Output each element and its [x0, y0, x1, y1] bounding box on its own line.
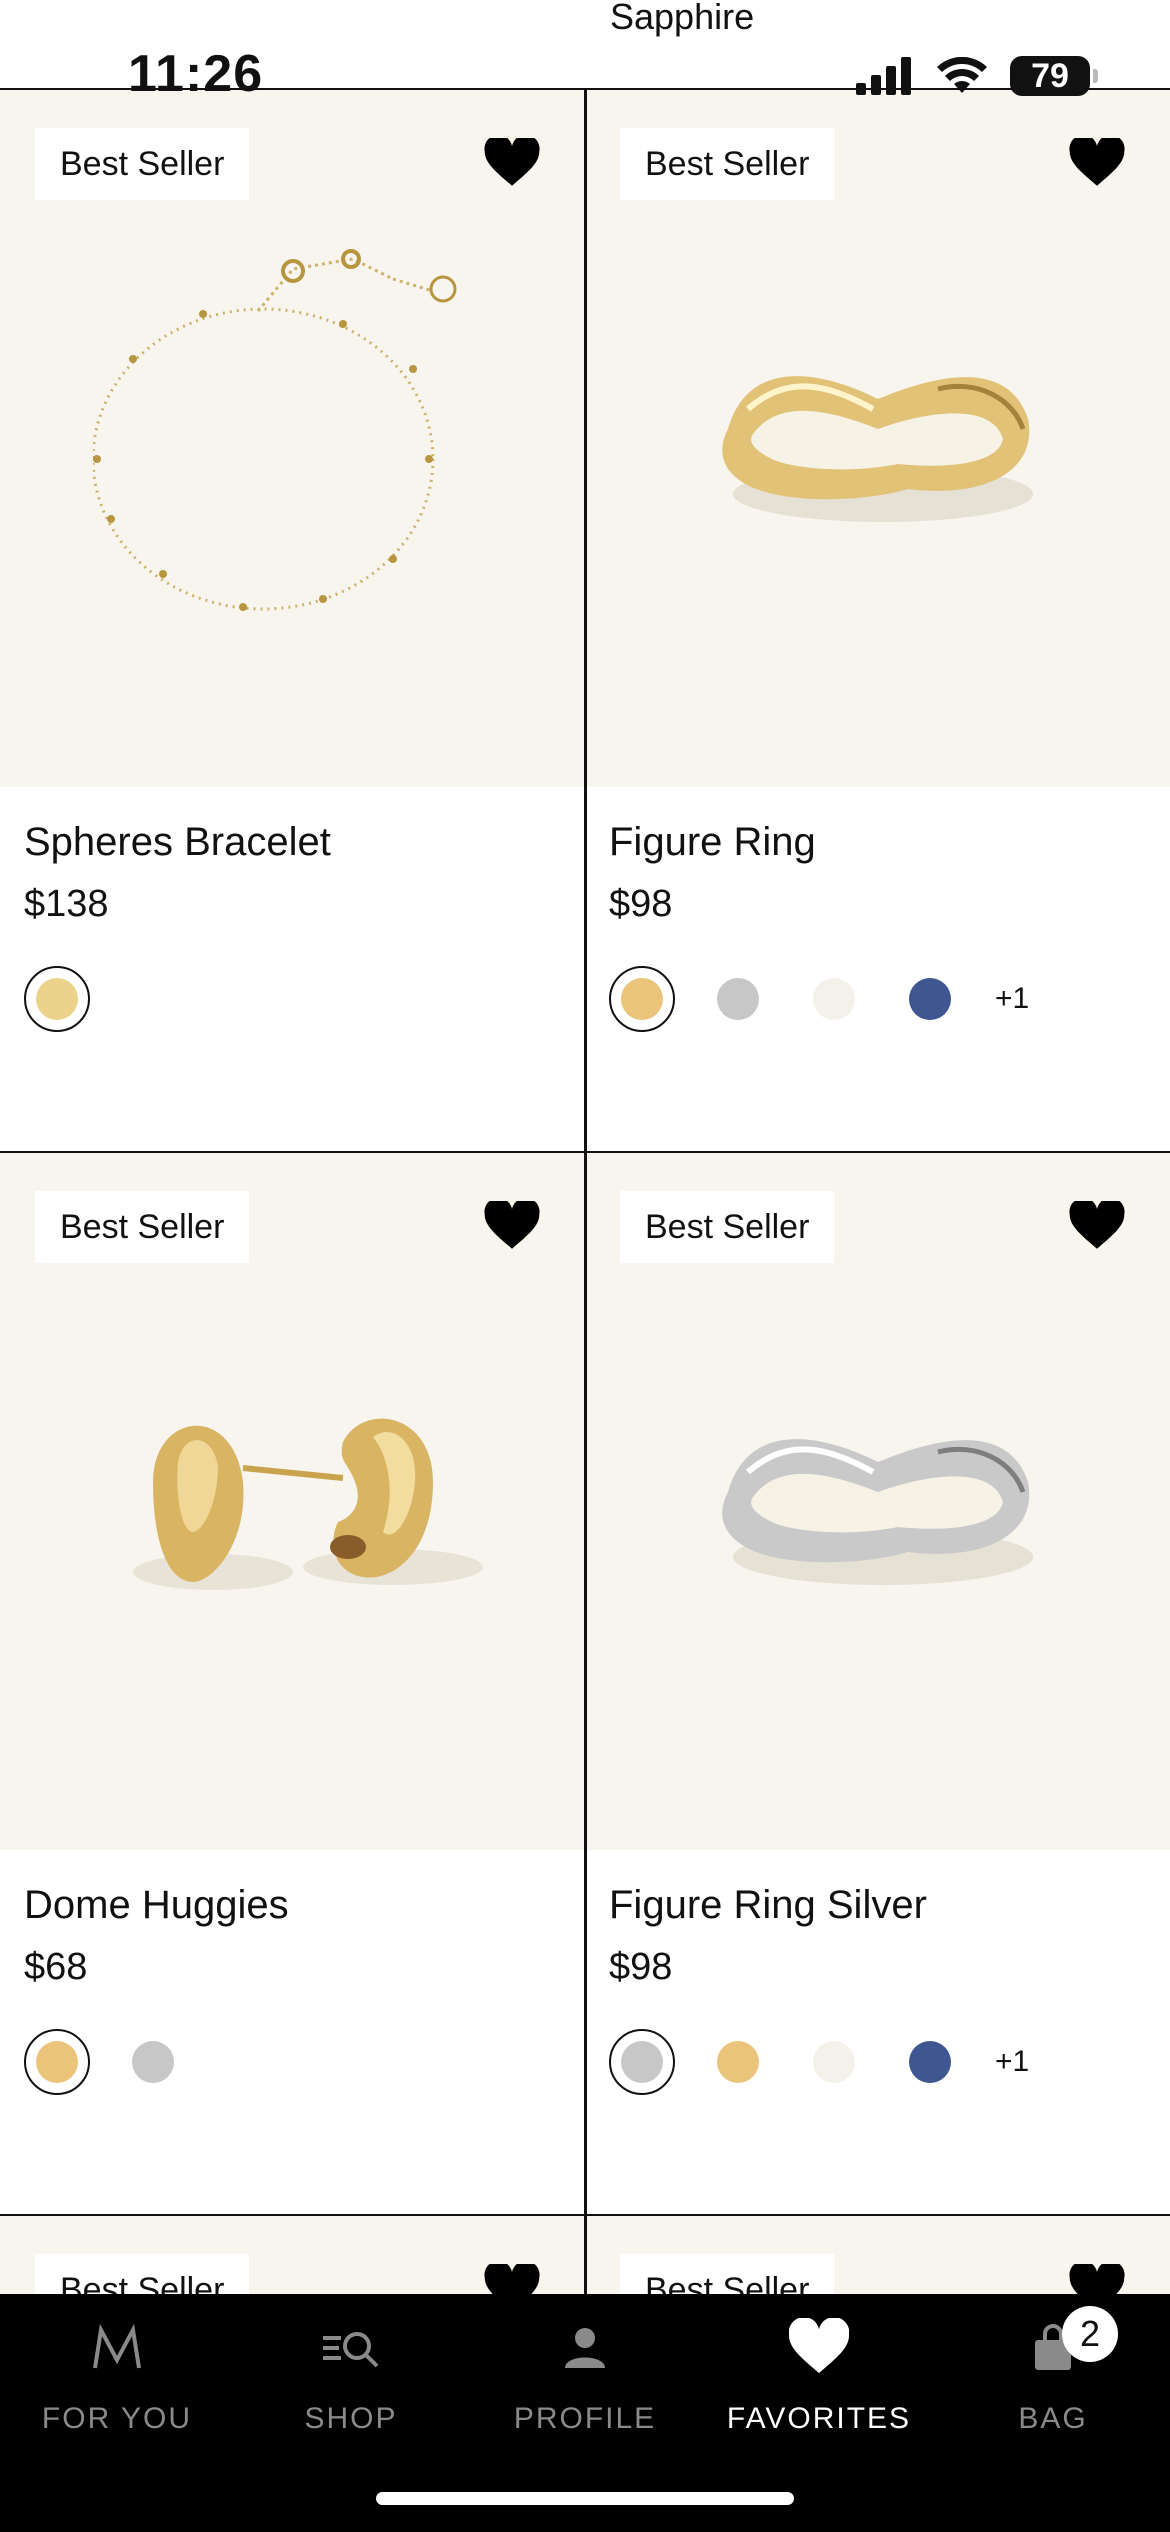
product-title[interactable]: Figure Ring: [609, 820, 816, 865]
swatch-dot: [36, 2041, 78, 2083]
swatch-silver[interactable]: [609, 2029, 675, 2095]
product-card-peek[interactable]: Best Seller: [0, 2216, 585, 2306]
swatch-blue[interactable]: [897, 966, 963, 1032]
best-seller-badge: Best Seller: [620, 1191, 835, 1263]
heart-icon[interactable]: [484, 1201, 540, 1251]
tab-label: FOR YOU: [41, 2402, 193, 2435]
product-image[interactable]: Best Seller: [0, 90, 585, 787]
color-swatches: +1: [609, 2029, 1029, 2095]
swatch-dot: [813, 2041, 855, 2083]
monogram-m-icon: [93, 2323, 141, 2369]
swatch-dot: [132, 2041, 174, 2083]
product-price: $68: [24, 1946, 88, 1988]
product-price: $98: [609, 1946, 673, 1988]
chain-bracelet-image: [92, 248, 456, 611]
tab-shop[interactable]: SHOP: [234, 2294, 468, 2444]
color-swatches: [24, 966, 90, 1032]
product-grid: Best Seller Spheres Bracelet $138 14k Ye…: [0, 90, 1170, 2390]
battery-level: 79: [1031, 56, 1069, 95]
product-card[interactable]: Best Seller Dome Huggies $68 Gold Vermei…: [0, 1153, 585, 2251]
swatch-dot: [717, 978, 759, 1020]
swatch-dot: [621, 978, 663, 1020]
tab-bag[interactable]: BAG: [936, 2294, 1170, 2444]
heart-icon[interactable]: [1069, 1201, 1125, 1251]
wifi-icon: [937, 57, 987, 93]
product-card[interactable]: Best Seller Figure Ring Silver $98 +1 St…: [585, 1153, 1170, 2251]
person-icon: [565, 2328, 605, 2368]
swatch-dot: [717, 2041, 759, 2083]
product-image[interactable]: Best Seller: [585, 1153, 1170, 1850]
previous-variant-label: Sapphire: [610, 0, 755, 37]
product-title[interactable]: Spheres Bracelet: [24, 820, 331, 865]
signal-icon: [856, 57, 911, 95]
color-swatches: [24, 2029, 186, 2095]
swatch-gold[interactable]: [24, 2029, 90, 2095]
status-icons: 79: [856, 56, 1098, 96]
search-menu-icon: [323, 2332, 379, 2368]
silver-wave-ring-image: [721, 1438, 1033, 1585]
tab-favorites[interactable]: FAVORITES: [702, 2294, 936, 2444]
status-time: 11:26: [128, 45, 264, 103]
gold-wave-ring-image: [721, 375, 1033, 522]
status-bar: 11:26 79: [0, 0, 1170, 103]
product-card[interactable]: Best Seller Spheres Bracelet $138 14k Ye…: [0, 90, 585, 1188]
tab-for-you[interactable]: FOR YOU: [0, 2294, 234, 2444]
swatch-silver[interactable]: [120, 2029, 186, 2095]
gold-dome-earrings-image: [132, 1418, 483, 1590]
tab-profile[interactable]: PROFILE: [468, 2294, 702, 2444]
best-seller-badge: Best Seller: [35, 128, 250, 200]
swatch-dot: [621, 2041, 663, 2083]
tab-label: BAG: [1018, 2402, 1088, 2435]
heart-icon: [789, 2318, 849, 2373]
battery-icon: 79: [1010, 56, 1098, 96]
swatch-yellow-gold[interactable]: [24, 966, 90, 1032]
tab-label: FAVORITES: [726, 2402, 912, 2435]
swatch-dot: [36, 978, 78, 1020]
tab-label: PROFILE: [513, 2402, 657, 2435]
swatch-gold[interactable]: [705, 2029, 771, 2095]
best-seller-badge: Best Seller: [35, 1191, 250, 1263]
home-indicator[interactable]: [376, 2492, 794, 2505]
swatch-gold[interactable]: [609, 966, 675, 1032]
product-price: $98: [609, 883, 673, 925]
swatch-white[interactable]: [801, 966, 867, 1032]
swatch-blue[interactable]: [897, 2029, 963, 2095]
swatch-dot: [813, 978, 855, 1020]
heart-icon[interactable]: [1069, 138, 1125, 188]
grid-divider: [584, 90, 587, 2390]
best-seller-badge: Best Seller: [620, 128, 835, 200]
swatch-white[interactable]: [801, 2029, 867, 2095]
bag-count-badge: 2: [1062, 2306, 1118, 2362]
product-price: $138: [24, 883, 109, 925]
product-title[interactable]: Dome Huggies: [24, 1883, 289, 1928]
favorites-screen: Sapphire 11:26 79 Best Seller Spheres Br…: [0, 0, 1170, 2532]
heart-icon[interactable]: [484, 138, 540, 188]
product-title[interactable]: Figure Ring Silver: [609, 1883, 927, 1928]
tab-label: SHOP: [304, 2402, 398, 2435]
more-colors-count[interactable]: +1: [995, 2045, 1029, 2079]
product-image[interactable]: Best Seller: [0, 1153, 585, 1850]
more-colors-count[interactable]: +1: [995, 982, 1029, 1016]
swatch-dot: [909, 2041, 951, 2083]
product-image[interactable]: Best Seller: [585, 90, 1170, 787]
product-card-peek[interactable]: Best Seller: [585, 2216, 1170, 2306]
swatch-dot: [909, 978, 951, 1020]
color-swatches: +1: [609, 966, 1029, 1032]
product-card[interactable]: Best Seller Figure Ring $98 +1 Gold Verm…: [585, 90, 1170, 1188]
swatch-silver[interactable]: [705, 966, 771, 1032]
